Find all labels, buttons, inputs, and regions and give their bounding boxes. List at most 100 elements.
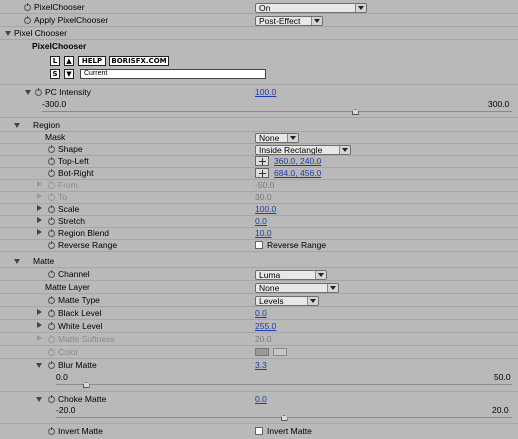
white-level-value[interactable]: 255.0 xyxy=(255,320,276,332)
stopwatch-icon[interactable] xyxy=(24,16,31,24)
reverse-range-checkbox[interactable] xyxy=(255,241,263,249)
mask-row: Mask None xyxy=(0,131,518,144)
black-level-label: Black Level xyxy=(58,308,102,318)
stopwatch-icon[interactable] xyxy=(48,395,55,403)
shape-dropdown[interactable]: Inside Rectangle xyxy=(255,145,351,155)
help-button[interactable]: HELP xyxy=(78,56,106,66)
disclosure-triangle-icon[interactable] xyxy=(37,181,42,187)
matte-layer-dropdown[interactable]: None xyxy=(255,283,339,293)
stopwatch-icon[interactable] xyxy=(48,217,55,225)
choke-matte-slider-thumb[interactable] xyxy=(280,415,288,421)
stopwatch-icon xyxy=(48,193,55,201)
pixelchooser-dropdown[interactable]: On xyxy=(255,3,367,13)
chevron-down-icon xyxy=(315,271,326,279)
invert-matte-checkbox[interactable] xyxy=(255,427,263,435)
stopwatch-icon[interactable] xyxy=(24,3,31,11)
bot-right-value[interactable]: 684.0, 456.0 xyxy=(274,167,321,179)
disclosure-triangle-icon[interactable] xyxy=(37,322,42,328)
white-level-label: White Level xyxy=(58,321,103,331)
preset-name-field[interactable]: Current xyxy=(80,69,266,79)
disclosure-triangle-icon[interactable] xyxy=(37,217,42,223)
black-level-value[interactable]: 0.0 xyxy=(255,307,267,319)
pixel-chooser-section[interactable]: Pixel Chooser xyxy=(0,27,518,40)
apply-pixelchooser-row: Apply PixelChooser Post-Effect xyxy=(0,14,518,27)
disclosure-triangle-icon[interactable] xyxy=(37,335,42,341)
matte-type-label: Matte Type xyxy=(58,295,100,305)
shape-value: Inside Rectangle xyxy=(259,145,323,155)
blur-matte-slider-thumb[interactable] xyxy=(82,382,90,388)
stopwatch-icon[interactable] xyxy=(48,145,55,153)
crosshair-icon[interactable] xyxy=(255,156,269,166)
pixelchooser-label: PixelChooser xyxy=(34,2,85,12)
from-row: From -50.0 xyxy=(0,179,518,192)
top-left-value[interactable]: 360.0, 240.0 xyxy=(274,155,321,167)
to-value: 30.0 xyxy=(255,192,272,202)
from-label: From xyxy=(58,180,78,190)
stopwatch-icon[interactable] xyxy=(48,205,55,213)
stopwatch-icon[interactable] xyxy=(48,169,55,177)
choke-matte-value[interactable]: 0.0 xyxy=(255,393,267,405)
shape-label: Shape xyxy=(58,144,83,154)
stopwatch-icon xyxy=(48,181,55,189)
pc-intensity-value[interactable]: 100.0 xyxy=(255,86,276,98)
invert-matte-label: Invert Matte xyxy=(58,426,103,436)
pc-intensity-slider-thumb[interactable] xyxy=(351,109,359,115)
disclosure-triangle-icon[interactable] xyxy=(14,123,20,128)
apply-pixelchooser-dropdown[interactable]: Post-Effect xyxy=(255,16,323,26)
chevron-down-icon xyxy=(339,146,350,154)
stopwatch-icon[interactable] xyxy=(48,322,55,330)
up-arrow-button[interactable]: ▲ xyxy=(64,56,74,66)
invert-matte-row: Invert Matte Invert Matte xyxy=(0,425,518,438)
stopwatch-icon[interactable] xyxy=(48,296,55,304)
stopwatch-icon[interactable] xyxy=(48,241,55,249)
s-button[interactable]: S xyxy=(50,69,60,79)
matte-type-dropdown[interactable]: Levels xyxy=(255,296,319,306)
stretch-value[interactable]: 0.0 xyxy=(255,215,267,227)
scale-value[interactable]: 100.0 xyxy=(255,203,276,215)
borisfx-link-button[interactable]: BORISFX.COM xyxy=(109,56,169,66)
stopwatch-icon[interactable] xyxy=(48,427,55,435)
blur-matte-value[interactable]: 3.3 xyxy=(255,359,267,371)
pc-intensity-slider-track[interactable] xyxy=(42,111,512,112)
region-blend-value[interactable]: 10.0 xyxy=(255,227,272,239)
disclosure-triangle-icon[interactable] xyxy=(25,90,31,95)
stopwatch-icon[interactable] xyxy=(35,88,42,96)
pc-intensity-min: -300.0 xyxy=(42,99,67,109)
matte-section[interactable]: Matte xyxy=(0,255,518,268)
chevron-down-icon xyxy=(327,284,338,292)
disclosure-triangle-icon[interactable] xyxy=(36,363,42,368)
stopwatch-icon[interactable] xyxy=(48,157,55,165)
stopwatch-icon[interactable] xyxy=(48,229,55,237)
region-section[interactable]: Region xyxy=(0,119,518,132)
invert-matte-checkbox-label[interactable]: Invert Matte xyxy=(267,425,312,437)
l-button[interactable]: L xyxy=(50,56,60,66)
bot-right-row: Bot-Right 684.0, 456.0 xyxy=(0,167,518,180)
stopwatch-icon[interactable] xyxy=(48,361,55,369)
channel-label: Channel xyxy=(58,269,90,279)
blur-matte-slider-track[interactable] xyxy=(56,384,512,385)
chevron-down-icon xyxy=(355,4,366,12)
crosshair-icon[interactable] xyxy=(255,168,269,178)
disclosure-triangle-icon[interactable] xyxy=(37,205,42,211)
blur-matte-row: Blur Matte 3.3 0.0 50.0 xyxy=(0,359,518,392)
stopwatch-icon[interactable] xyxy=(48,270,55,278)
disclosure-triangle-icon[interactable] xyxy=(37,193,42,199)
mask-label: Mask xyxy=(45,132,66,142)
disclosure-triangle-icon[interactable] xyxy=(14,259,20,264)
stopwatch-icon xyxy=(48,335,55,343)
region-title: Region xyxy=(33,120,60,130)
color-row: Color xyxy=(0,346,518,359)
pixelchooser-row: PixelChooser On xyxy=(0,1,518,14)
reverse-range-label: Reverse Range xyxy=(58,240,118,250)
disclosure-triangle-icon[interactable] xyxy=(36,397,42,402)
down-arrow-button[interactable]: ▼ xyxy=(64,69,74,79)
matte-layer-value: None xyxy=(259,283,280,293)
stopwatch-icon[interactable] xyxy=(48,309,55,317)
disclosure-triangle-icon[interactable] xyxy=(37,229,42,235)
disclosure-triangle-icon[interactable] xyxy=(5,31,11,36)
channel-dropdown[interactable]: Luma xyxy=(255,270,327,280)
mask-dropdown[interactable]: None xyxy=(255,133,299,143)
reverse-range-checkbox-label[interactable]: Reverse Range xyxy=(267,239,326,251)
disclosure-triangle-icon[interactable] xyxy=(37,309,42,315)
pixelchooser-ui-block: PixelChooser L ▲ HELP BORISFX.COM S ▼ Cu… xyxy=(0,40,518,85)
